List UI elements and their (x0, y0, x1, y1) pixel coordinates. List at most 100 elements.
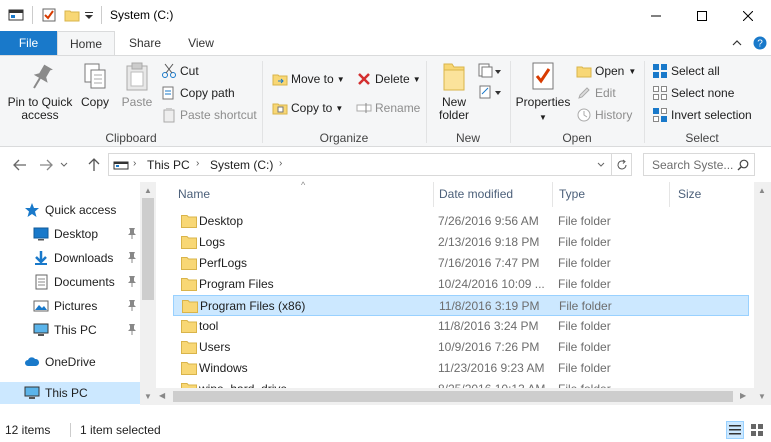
easy-access-icon[interactable] (478, 84, 502, 100)
file-type: File folder (559, 299, 612, 313)
new-folder-icon (443, 63, 465, 91)
table-row[interactable]: Users 10/9/2016 7:26 PM File folder (173, 337, 749, 358)
new-folder-quick-icon[interactable] (64, 7, 80, 23)
search-box[interactable]: Search Syste... (643, 153, 755, 176)
address-history-button[interactable] (593, 156, 609, 174)
copy-to-button[interactable]: Copy to ▼ (272, 98, 343, 118)
table-row[interactable]: Desktop 7/26/2016 9:56 AM File folder (173, 211, 749, 232)
file-name[interactable]: Logs (199, 235, 225, 249)
scroll-down-arrow-icon[interactable]: ▼ (144, 392, 152, 401)
select-none-button[interactable]: Select none (652, 83, 734, 103)
file-name[interactable]: PerfLogs (199, 256, 247, 270)
explorer-icon[interactable] (8, 7, 24, 23)
paste-button[interactable]: Paste (118, 60, 156, 109)
scroll-up-arrow-icon[interactable]: ▲ (758, 186, 766, 195)
paste-shortcut-button[interactable]: Paste shortcut (161, 105, 257, 125)
nav-scroll-thumb[interactable] (142, 198, 154, 300)
edit-button[interactable]: Edit (576, 83, 616, 103)
select-all-button[interactable]: Select all (652, 61, 720, 81)
new-folder-label-line2: folder (438, 108, 470, 122)
large-icons-view-button[interactable] (748, 421, 766, 439)
column-header-name[interactable]: Name (178, 182, 433, 207)
column-header-type[interactable]: Type (559, 182, 669, 207)
invert-selection-button[interactable]: Invert selection (652, 105, 752, 125)
copy-path-button[interactable]: Copy path (161, 83, 235, 103)
nav-desktop[interactable]: Desktop (33, 223, 140, 245)
tab-home[interactable]: Home (57, 31, 115, 56)
nav-this-pc-quick[interactable]: This PC (33, 319, 140, 341)
cut-button[interactable]: Cut (161, 61, 199, 81)
table-row[interactable]: Windows 11/23/2016 9:23 AM File folder (173, 358, 749, 379)
breadcrumb-system-c[interactable]: System (C:) (210, 158, 273, 172)
breadcrumb-this-pc[interactable]: This PC (147, 158, 190, 172)
recent-locations-button[interactable] (58, 156, 70, 174)
file-name[interactable]: Program Files (x86) (200, 299, 305, 313)
file-list-horizontal-scrollbar[interactable]: ◀ ▶ (156, 388, 754, 405)
tab-share[interactable]: Share (117, 31, 173, 55)
pin-to-quick-access-button[interactable]: Pin to Quick access (6, 60, 74, 122)
scroll-down-arrow-icon[interactable]: ▼ (758, 392, 766, 401)
details-view-button[interactable] (726, 421, 744, 439)
cloud-icon (25, 357, 40, 366)
file-name[interactable]: Program Files (199, 277, 274, 291)
table-row[interactable]: Program Files (x86) 11/8/2016 3:19 PM File… (173, 295, 749, 316)
nav-pictures[interactable]: Pictures (33, 295, 140, 317)
scroll-left-arrow-icon[interactable]: ◀ (159, 391, 165, 400)
delete-button[interactable]: Delete ▼ (356, 69, 421, 89)
scroll-up-arrow-icon[interactable]: ▲ (144, 186, 152, 195)
search-icon[interactable] (737, 159, 749, 171)
open-button[interactable]: Open ▼ (576, 61, 636, 81)
tab-view[interactable]: View (173, 31, 229, 55)
file-name[interactable]: tool (199, 319, 218, 333)
nav-downloads[interactable]: Downloads (33, 247, 140, 269)
history-button[interactable]: History (576, 105, 632, 125)
column-divider[interactable] (433, 182, 434, 207)
copy-button[interactable]: Copy (76, 60, 114, 109)
column-header-date[interactable]: Date modified (439, 182, 552, 207)
pin-icon[interactable] (126, 323, 138, 336)
new-item-icon[interactable] (478, 63, 502, 79)
properties-button[interactable]: Properties ▼ (514, 60, 572, 124)
refresh-icon (617, 159, 627, 170)
file-list-vertical-scrollbar[interactable]: ▲ ▼ (754, 182, 771, 405)
minimize-ribbon-icon[interactable] (731, 37, 743, 49)
scroll-right-arrow-icon[interactable]: ▶ (740, 391, 746, 400)
customize-qa-icon[interactable] (84, 7, 94, 23)
table-row[interactable]: PerfLogs 7/16/2016 7:47 PM File folder (173, 253, 749, 274)
delete-dropdown-icon: ▼ (412, 74, 421, 84)
table-row[interactable]: Program Files 10/24/2016 10:09 ... File fo… (173, 274, 749, 295)
pin-icon[interactable] (126, 275, 138, 288)
file-name[interactable]: Users (199, 340, 230, 354)
open-folder-icon (576, 66, 592, 78)
tab-file[interactable]: File (0, 31, 57, 55)
up-button[interactable] (84, 156, 104, 174)
move-to-button[interactable]: Move to ▼ (272, 69, 345, 89)
file-name[interactable]: Windows (199, 361, 248, 375)
nav-this-pc[interactable]: This PC (0, 382, 140, 404)
search-placeholder: Search Syste... (652, 158, 734, 172)
copy-icon (84, 63, 106, 89)
file-name[interactable]: Desktop (199, 214, 243, 228)
pin-icon[interactable] (126, 299, 138, 312)
back-button[interactable] (10, 156, 30, 174)
forward-button[interactable] (36, 156, 56, 174)
table-row[interactable]: tool 11/8/2016 3:24 PM File folder (173, 316, 749, 337)
pin-icon[interactable] (126, 227, 138, 240)
rename-button[interactable]: Rename (356, 98, 420, 118)
h-scroll-thumb[interactable] (173, 391, 733, 402)
close-button[interactable] (725, 0, 771, 31)
nav-scrollbar[interactable]: ▲ ▼ (140, 182, 156, 405)
column-divider[interactable] (552, 182, 553, 207)
column-header-size[interactable]: Size (678, 182, 748, 207)
properties-quick-icon[interactable] (41, 7, 57, 23)
new-folder-button[interactable]: New folder (432, 60, 476, 122)
address-bar[interactable]: › This PC › System (C:) › (108, 153, 632, 176)
minimize-button[interactable] (633, 0, 679, 31)
table-row[interactable]: Logs 2/13/2016 9:18 PM File folder (173, 232, 749, 253)
help-icon[interactable]: ? (753, 36, 767, 50)
refresh-button[interactable] (613, 156, 631, 174)
pin-icon[interactable] (126, 251, 138, 264)
maximize-button[interactable] (679, 0, 725, 31)
nav-documents[interactable]: Documents (33, 271, 140, 293)
column-divider[interactable] (669, 182, 670, 207)
